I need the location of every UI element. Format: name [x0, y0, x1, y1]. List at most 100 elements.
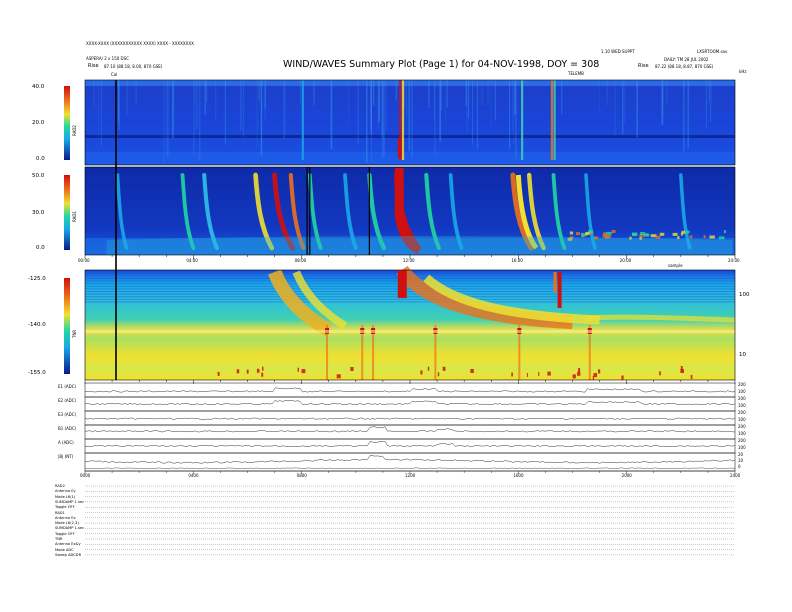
rad2-streak	[662, 80, 664, 117]
rad2-streak	[509, 80, 511, 149]
rad1-patch	[709, 235, 715, 239]
trace-line	[85, 455, 736, 464]
rad2-streak	[487, 80, 489, 106]
rad2-streak	[515, 80, 517, 159]
trace-right-tick: 100	[738, 403, 746, 408]
rad1-patch	[672, 232, 678, 236]
rad2-streak	[606, 80, 608, 106]
rad1-patch	[689, 235, 693, 239]
trace-right-tick: 20	[738, 452, 744, 457]
rad2-streak	[166, 80, 168, 159]
status-row-label: Mode L6(1)	[55, 494, 76, 499]
tnr-band-line	[85, 296, 735, 298]
tnr-noise	[437, 372, 440, 377]
tnr-right-tick-1: 10	[739, 352, 746, 358]
rad2-streak	[204, 80, 206, 116]
tnr-tick-2: -155.0	[28, 370, 46, 376]
rad1-tick-1: 30.0	[32, 210, 45, 216]
tnr-noise	[470, 369, 474, 373]
tnr-plasma-line	[85, 330, 735, 333]
tnr-noise	[659, 371, 661, 376]
rad2-tick-0: 40.0	[32, 84, 45, 90]
trace-right-tick: 200	[738, 438, 746, 443]
rad1-patch	[632, 233, 638, 237]
trace-frame	[84, 438, 736, 454]
bottom-tick-label: 2400	[730, 473, 741, 478]
tnr-noise	[297, 367, 299, 372]
status-row-label: Mode ADC	[55, 547, 74, 552]
trace-right-tick: 10	[738, 458, 744, 463]
rad2-streak	[366, 80, 368, 163]
tnr-colorbar	[64, 278, 70, 374]
tnr-noise	[598, 369, 601, 374]
trace-right-tick: 200	[738, 424, 746, 429]
rad2-streak	[194, 80, 196, 106]
rad1-patch	[606, 231, 612, 235]
time-tick-label: 08:00	[294, 258, 307, 263]
tnr-band-line	[85, 301, 735, 303]
tnr-drift	[585, 314, 736, 323]
rad2-streak	[258, 80, 261, 101]
trace-right-tick: 200	[738, 410, 746, 415]
rad2-streak	[433, 80, 435, 123]
rad2-streak	[135, 80, 137, 106]
rad1-patch	[686, 230, 690, 234]
tnr-noise	[547, 371, 551, 376]
rad1-panel-label: RAD1	[72, 211, 77, 222]
time-tick-label: 00:00	[78, 258, 90, 263]
rad2-streak	[383, 80, 385, 158]
bottom-tick-label: 0400	[188, 473, 199, 478]
tnr-noise	[256, 368, 260, 373]
bottom-tick-label: 2000	[621, 473, 632, 478]
rad1-patch	[659, 232, 665, 236]
rad2-streak	[377, 80, 379, 129]
rad2-streak	[260, 80, 263, 156]
tnr-noise	[593, 373, 598, 378]
tnr-noise	[217, 371, 220, 376]
rad1-patch	[677, 236, 680, 240]
rad2-streak	[264, 80, 266, 109]
trace-line	[84, 417, 736, 420]
rad2-streak	[100, 80, 102, 146]
rad2-streak	[199, 80, 201, 161]
trace-line	[84, 467, 736, 469]
rad2-streak	[313, 80, 315, 106]
trace-line	[84, 387, 736, 393]
trace-label: B1 (ADC)	[58, 426, 77, 431]
rad1-patch	[640, 232, 646, 235]
rad1-patch	[585, 232, 590, 235]
rad2-streak	[666, 80, 668, 106]
rad2-streak	[299, 80, 301, 104]
time-tick-label: 12:00	[403, 258, 415, 263]
rad2-streak	[708, 80, 710, 103]
status-row-label: SUMDAMP 1.sec	[55, 499, 85, 504]
time-tick-label: 16:00	[511, 258, 523, 263]
rad2-panel-label: RAD2	[72, 125, 77, 136]
time-tick-label: 20:00	[619, 258, 632, 263]
trace-label: |B| (NT)	[58, 454, 74, 459]
rad2-streak	[406, 80, 407, 119]
rad2-streak	[411, 80, 413, 158]
rad2-burst	[401, 80, 405, 160]
trace-label: E1 (ADC)	[58, 384, 77, 389]
rad2-streak	[710, 80, 712, 122]
rad2-burst	[550, 80, 553, 160]
status-row-label: SUMDAMP 1.sec	[55, 526, 85, 531]
rad2-streak	[490, 80, 492, 127]
trace-right-tick: 200	[738, 382, 746, 387]
rad2-streak	[348, 80, 350, 126]
trace-panels	[84, 382, 736, 472]
rad2-colorbar	[64, 86, 70, 160]
trace-line	[84, 400, 736, 405]
rad2-streak	[256, 80, 258, 149]
trace-right-tick: 0	[738, 464, 741, 469]
rad2-streak	[224, 80, 226, 145]
tnr-noise	[442, 366, 446, 371]
trace-label: A (ADC)	[58, 440, 74, 445]
time-tick-label: 04:00	[186, 258, 198, 263]
rad2-streak	[476, 80, 478, 150]
trace-frame	[84, 382, 736, 398]
trace-frame	[84, 410, 736, 426]
rad2-streak	[97, 80, 99, 140]
rad2-streak	[466, 80, 468, 132]
